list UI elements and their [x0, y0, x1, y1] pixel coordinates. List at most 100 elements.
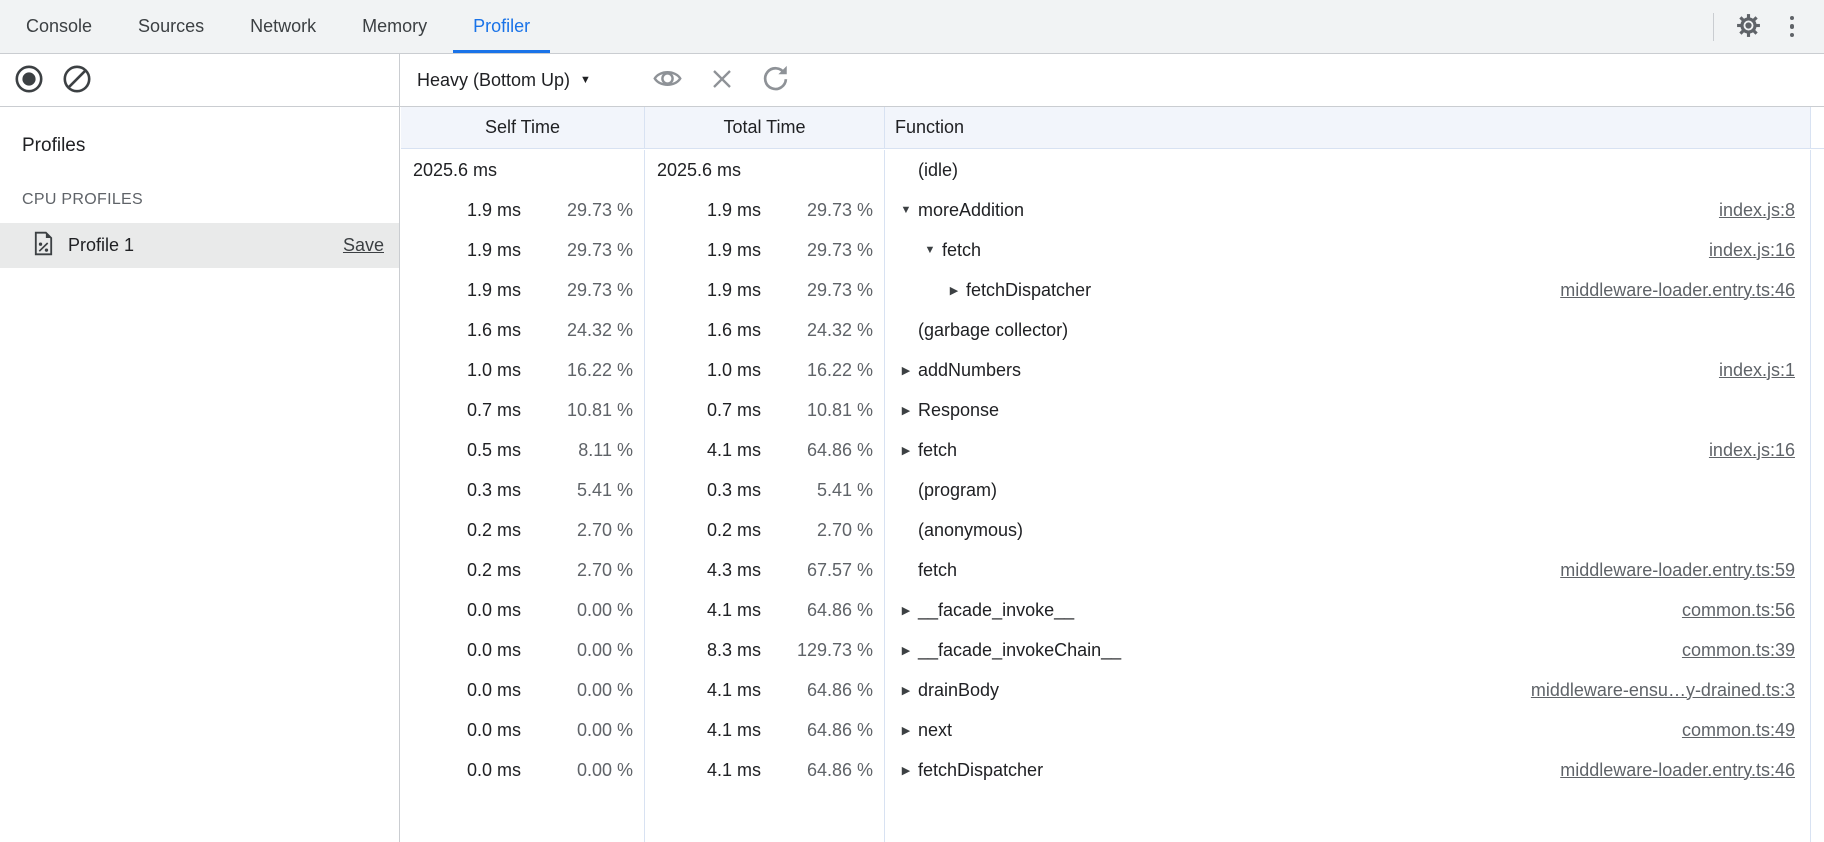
- time-value: 0.7 ms: [657, 400, 761, 421]
- function-cell: fetch middleware-loader.entry.ts:59: [885, 550, 1811, 590]
- grid-body: 2025.6 ms2025.6 ms(idle)1.9 ms29.73 %1.9…: [401, 150, 1824, 842]
- block-icon: [62, 64, 92, 97]
- expand-arrow-icon[interactable]: ▶: [894, 364, 918, 377]
- source-link[interactable]: middleware-ensu…y-drained.ts:3: [1531, 680, 1811, 701]
- function-cell: (anonymous): [885, 510, 1811, 550]
- self-time-cell: 0.2 ms2.70 %: [401, 550, 645, 590]
- document-percent-icon: [33, 231, 54, 261]
- table-row[interactable]: 0.7 ms10.81 %0.7 ms10.81 %▶Response: [401, 390, 1824, 430]
- focus-function-button[interactable]: [653, 65, 683, 95]
- function-name: drainBody: [918, 680, 999, 701]
- toolbar-divider: [1713, 13, 1714, 41]
- profile-list-item[interactable]: Profile 1 Save: [0, 223, 399, 268]
- self-time-cell: 1.9 ms29.73 %: [401, 230, 645, 270]
- save-profile-link[interactable]: Save: [343, 235, 384, 256]
- tab-network[interactable]: Network: [230, 0, 336, 53]
- source-link[interactable]: middleware-loader.entry.ts:46: [1560, 760, 1811, 781]
- source-link[interactable]: middleware-loader.entry.ts:46: [1560, 280, 1811, 301]
- table-row[interactable]: 1.6 ms24.32 %1.6 ms24.32 %(garbage colle…: [401, 310, 1824, 350]
- view-mode-dropdown[interactable]: Heavy (Bottom Up) ▼: [417, 70, 591, 91]
- column-header-self-time[interactable]: Self Time: [401, 107, 645, 148]
- tab-console[interactable]: Console: [6, 0, 112, 53]
- tabbar-right-controls: [1713, 0, 1824, 53]
- total-time-cell: 4.1 ms64.86 %: [645, 670, 885, 710]
- source-link[interactable]: index.js:1: [1719, 360, 1811, 381]
- column-header-total-time[interactable]: Total Time: [645, 107, 885, 148]
- percent-value: 64.86 %: [761, 600, 873, 621]
- self-time-cell: 0.0 ms0.00 %: [401, 750, 645, 790]
- more-options-button[interactable]: [1770, 5, 1814, 49]
- table-row[interactable]: 0.0 ms0.00 %4.1 ms64.86 %▶nextcommon.ts:…: [401, 710, 1824, 750]
- percent-value: 129.73 %: [761, 640, 873, 661]
- expand-arrow-icon[interactable]: ▶: [894, 684, 918, 697]
- function-name: next: [918, 720, 952, 741]
- expand-arrow-icon[interactable]: ▶: [894, 764, 918, 777]
- expand-arrow-icon[interactable]: ▶: [942, 284, 966, 297]
- time-value: 8.3 ms: [657, 640, 761, 661]
- function-cell: ▼moreAdditionindex.js:8: [885, 190, 1811, 230]
- time-value: 0.2 ms: [657, 520, 761, 541]
- percent-value: 24.32 %: [521, 320, 633, 341]
- total-time-cell: 1.6 ms24.32 %: [645, 310, 885, 350]
- source-link[interactable]: middleware-loader.entry.ts:59: [1560, 560, 1811, 581]
- tab-profiler[interactable]: Profiler: [453, 0, 550, 53]
- collapse-arrow-icon[interactable]: ▼: [918, 244, 942, 256]
- percent-value: 24.32 %: [761, 320, 873, 341]
- source-link[interactable]: index.js:8: [1719, 200, 1811, 221]
- table-row[interactable]: 2025.6 ms2025.6 ms(idle): [401, 150, 1824, 190]
- header-gutter: [1811, 107, 1824, 148]
- record-button[interactable]: [14, 65, 44, 95]
- function-cell: ▶fetchindex.js:16: [885, 430, 1811, 470]
- clear-profiles-button[interactable]: [62, 65, 92, 95]
- table-row[interactable]: 0.5 ms8.11 %4.1 ms64.86 %▶fetchindex.js:…: [401, 430, 1824, 470]
- profile-data-grid: Self Time Total Time Function 2025.6 ms2…: [401, 107, 1824, 842]
- percent-value: 10.81 %: [521, 400, 633, 421]
- profile-name: Profile 1: [68, 235, 134, 256]
- exclude-function-button[interactable]: [707, 65, 737, 95]
- total-time-cell: 1.9 ms29.73 %: [645, 190, 885, 230]
- source-link[interactable]: index.js:16: [1709, 240, 1811, 261]
- percent-value: 64.86 %: [761, 440, 873, 461]
- function-name: fetch: [918, 560, 957, 581]
- source-link[interactable]: index.js:16: [1709, 440, 1811, 461]
- function-name: (program): [918, 480, 997, 501]
- total-time-cell: 4.3 ms67.57 %: [645, 550, 885, 590]
- percent-value: 29.73 %: [521, 280, 633, 301]
- settings-button[interactable]: [1726, 5, 1770, 49]
- expand-arrow-icon[interactable]: ▶: [894, 604, 918, 617]
- table-row[interactable]: 1.9 ms29.73 %1.9 ms29.73 %▼moreAdditioni…: [401, 190, 1824, 230]
- collapse-arrow-icon[interactable]: ▼: [894, 204, 918, 216]
- record-icon: [14, 64, 44, 97]
- table-row[interactable]: 0.0 ms0.00 %8.3 ms129.73 %▶__facade_invo…: [401, 630, 1824, 670]
- table-row[interactable]: 0.2 ms2.70 %0.2 ms2.70 %(anonymous): [401, 510, 1824, 550]
- expand-arrow-icon[interactable]: ▶: [894, 724, 918, 737]
- tab-sources[interactable]: Sources: [118, 0, 224, 53]
- self-time-cell: 1.6 ms24.32 %: [401, 310, 645, 350]
- total-time-cell: 4.1 ms64.86 %: [645, 430, 885, 470]
- expand-arrow-icon[interactable]: ▶: [894, 404, 918, 417]
- expand-arrow-icon[interactable]: ▶: [894, 644, 918, 657]
- percent-value: 67.57 %: [761, 560, 873, 581]
- percent-value: 29.73 %: [761, 280, 873, 301]
- total-time-cell: 1.9 ms29.73 %: [645, 230, 885, 270]
- time-value: 0.0 ms: [413, 680, 521, 701]
- table-row[interactable]: 0.0 ms0.00 %4.1 ms64.86 %▶__facade_invok…: [401, 590, 1824, 630]
- tab-memory[interactable]: Memory: [342, 0, 447, 53]
- table-row[interactable]: 1.0 ms16.22 %1.0 ms16.22 %▶addNumbersind…: [401, 350, 1824, 390]
- time-value: 1.9 ms: [657, 240, 761, 261]
- table-row[interactable]: 0.2 ms2.70 %4.3 ms67.57 % fetch middleware…: [401, 550, 1824, 590]
- table-row[interactable]: 0.0 ms0.00 %4.1 ms64.86 %▶fetchDispatche…: [401, 750, 1824, 790]
- column-header-function[interactable]: Function: [885, 107, 1811, 148]
- table-row[interactable]: 1.9 ms29.73 %1.9 ms29.73 %▼fetchindex.js…: [401, 230, 1824, 270]
- percent-value: 0.00 %: [521, 720, 633, 741]
- table-row[interactable]: 0.3 ms5.41 %0.3 ms5.41 %(program): [401, 470, 1824, 510]
- source-link[interactable]: common.ts:49: [1682, 720, 1811, 741]
- expand-arrow-icon[interactable]: ▶: [894, 444, 918, 457]
- restore-functions-button[interactable]: [761, 65, 791, 95]
- source-link[interactable]: common.ts:56: [1682, 600, 1811, 621]
- time-value: 0.0 ms: [413, 760, 521, 781]
- percent-value: 2.70 %: [521, 520, 633, 541]
- table-row[interactable]: 0.0 ms0.00 %4.1 ms64.86 %▶drainBodymiddl…: [401, 670, 1824, 710]
- source-link[interactable]: common.ts:39: [1682, 640, 1811, 661]
- table-row[interactable]: 1.9 ms29.73 %1.9 ms29.73 %▶fetchDispatch…: [401, 270, 1824, 310]
